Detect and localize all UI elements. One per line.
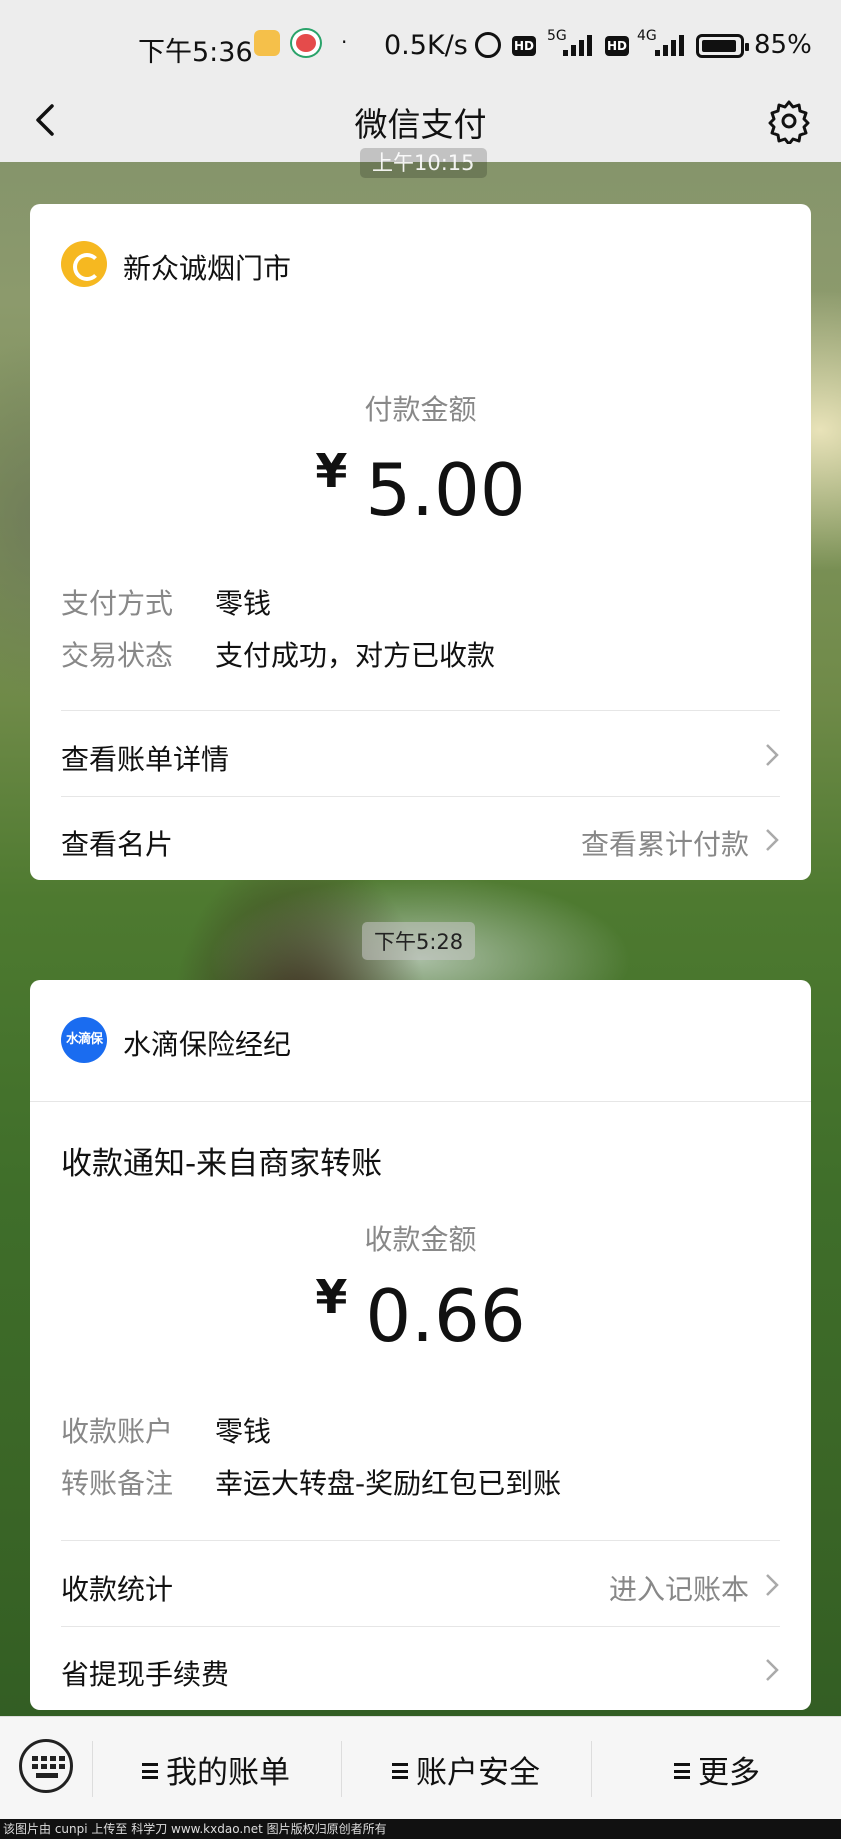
menu-icon	[674, 1763, 690, 1779]
menu-icon	[392, 1763, 408, 1779]
currency-symbol: ¥	[315, 444, 348, 498]
field-key: 支付方式	[61, 587, 174, 620]
signal-icon-2	[647, 32, 689, 56]
field-transaction-status: 交易状态 支付成功，对方已收款	[61, 634, 495, 674]
field-value: 支付成功，对方已收款	[215, 639, 496, 672]
receipt-card: 水滴保 水滴保险经纪 收款通知-来自商家转账 收款金额 ¥0.66 收款账户 零钱…	[30, 980, 811, 1710]
menu-label: 更多	[698, 1755, 760, 1791]
separator	[341, 1741, 342, 1797]
status-dot: ·	[341, 30, 348, 54]
chevron-right-icon	[766, 1574, 779, 1596]
row-label: 收款统计	[61, 1573, 174, 1606]
battery-icon	[696, 34, 749, 58]
merchant-name: 水滴保险经纪	[123, 1028, 292, 1061]
field-key: 交易状态	[61, 639, 174, 672]
signal-icon	[555, 32, 597, 56]
divider	[61, 710, 780, 711]
bottom-menu-bar: 我的账单 账户安全 更多	[0, 1716, 841, 1819]
menu-label: 我的账单	[166, 1755, 290, 1791]
row-extra: 进入记账本	[608, 1573, 749, 1606]
menu-account-security[interactable]: 账户安全	[392, 1747, 540, 1792]
field-key: 收款账户	[61, 1415, 174, 1448]
net-speed: 0.5K/s	[384, 30, 468, 61]
alarm-icon	[475, 32, 501, 58]
amount-label: 收款金额	[364, 1223, 477, 1256]
hd-icon-2: HD	[605, 36, 629, 56]
menu-more[interactable]: 更多	[674, 1747, 760, 1792]
field-value: 幸运大转盘-奖励红包已到账	[215, 1467, 562, 1500]
row-receive-stats[interactable]: 收款统计 进入记账本	[61, 1542, 783, 1626]
menu-label: 账户安全	[416, 1755, 540, 1791]
row-label: 查看账单详情	[61, 743, 230, 776]
merchant-name: 新众诚烟门市	[123, 252, 292, 285]
amount-number: 0.66	[365, 1274, 526, 1358]
field-receive-account: 收款账户 零钱	[61, 1410, 271, 1450]
status-bar: 下午5:36 · 0.5K/s HD 5G HD 4G 85%	[0, 0, 841, 80]
field-payment-method: 支付方式 零钱	[61, 582, 271, 622]
hd-icon: HD	[512, 36, 536, 56]
row-save-withdraw-fee[interactable]: 省提现手续费	[61, 1627, 783, 1711]
row-view-card[interactable]: 查看名片 查看累计付款	[61, 797, 783, 881]
field-transfer-note: 转账备注 幸运大转盘-奖励红包已到账	[61, 1462, 561, 1502]
app-notification-icon	[254, 30, 280, 56]
row-bill-details[interactable]: 查看账单详情	[61, 712, 783, 796]
row-label: 查看名片	[61, 828, 174, 861]
field-key: 转账备注	[61, 1467, 174, 1500]
merchant-logo-icon: 水滴保	[61, 1017, 107, 1063]
menu-icon	[142, 1763, 158, 1779]
chevron-right-icon	[766, 744, 779, 766]
amount-label: 付款金额	[364, 393, 477, 426]
separator	[92, 1741, 93, 1797]
divider	[30, 1101, 811, 1102]
status-time: 下午5:36	[138, 37, 253, 68]
merchant-logo-icon	[61, 241, 107, 287]
amount-value: ¥5.00	[30, 444, 811, 532]
menu-my-bills[interactable]: 我的账单	[142, 1747, 290, 1792]
separator	[591, 1741, 592, 1797]
amount-number: 5.00	[365, 448, 526, 532]
app-notification-icon-2	[292, 30, 320, 56]
battery-percent: 85%	[754, 30, 812, 60]
gear-icon[interactable]	[766, 98, 812, 144]
row-label: 省提现手续费	[61, 1658, 230, 1691]
row-extra: 查看累计付款	[580, 828, 749, 861]
currency-symbol: ¥	[315, 1270, 348, 1324]
page-title: 微信支付	[354, 105, 487, 144]
chevron-right-icon	[766, 1659, 779, 1681]
timestamp-bubble: 上午10:15	[360, 148, 487, 178]
field-value: 零钱	[215, 587, 272, 620]
timestamp-bubble: 下午5:28	[362, 922, 476, 960]
notification-title: 收款通知-来自商家转账	[61, 1146, 383, 1182]
chevron-right-icon	[766, 829, 779, 851]
amount-value: ¥0.66	[30, 1270, 811, 1358]
watermark-footer: 该图片由 cunpi 上传至 科学刀 www.kxdao.net 图片版权归原创…	[0, 1819, 841, 1839]
keyboard-icon[interactable]	[19, 1739, 73, 1793]
payment-card: 新众诚烟门市 付款金额 ¥5.00 支付方式 零钱 交易状态 支付成功，对方已收款 …	[30, 204, 811, 880]
divider	[61, 1540, 780, 1541]
field-value: 零钱	[215, 1415, 272, 1448]
